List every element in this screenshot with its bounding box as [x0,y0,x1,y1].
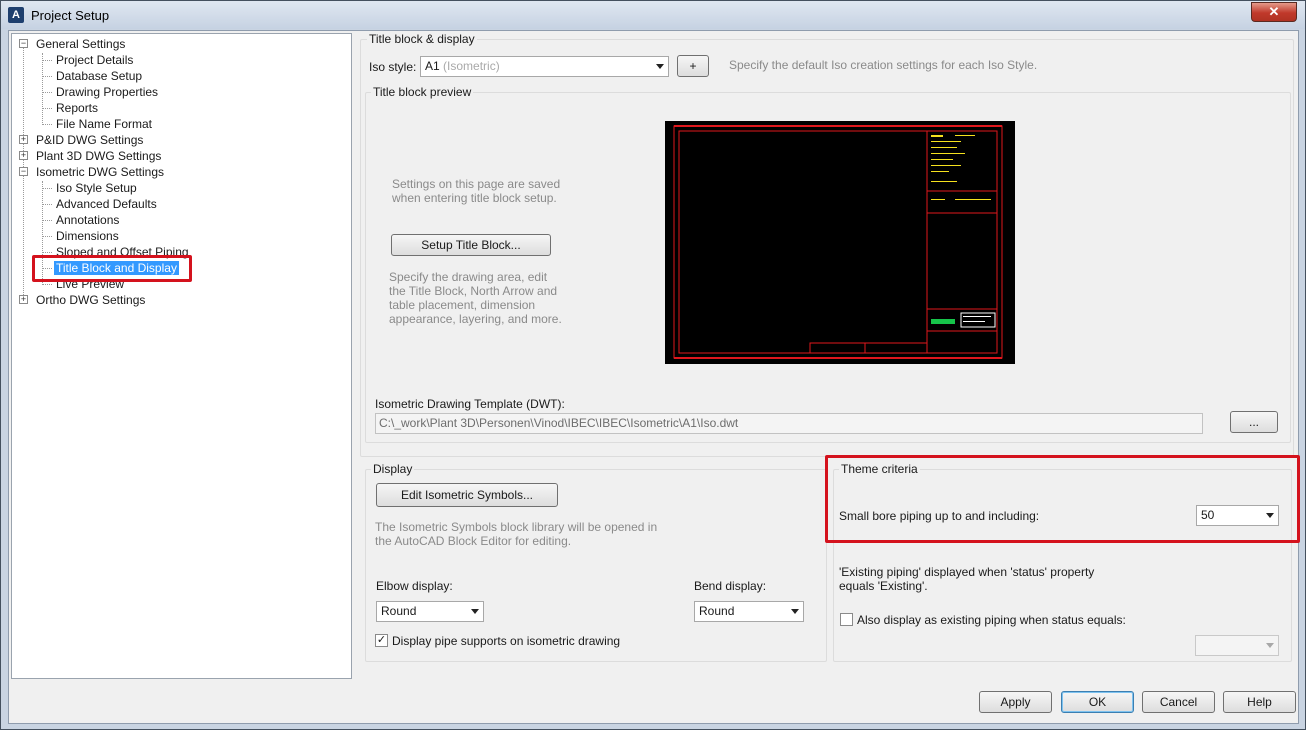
tree-item-label: P&ID DWG Settings [36,133,144,147]
dialog-client-area: − General Settings Project Details Datab… [8,30,1300,724]
existing-status-dropdown[interactable] [1195,635,1279,656]
display-group-label: Display [371,462,415,476]
tree-item-label: Advanced Defaults [56,197,157,211]
expand-icon[interactable]: + [19,151,28,160]
tree-connector [43,124,52,125]
tree-item-label: Iso Style Setup [56,181,137,195]
template-path-field[interactable]: C:\_work\Plant 3D\Personen\Vinod\IBEC\IB… [375,413,1203,434]
tree-item-iso-style-setup[interactable]: Iso Style Setup [54,180,139,196]
elbow-display-dropdown[interactable]: Round [376,601,484,622]
also-display-existing-label: Also display as existing piping when sta… [857,613,1126,627]
tree-item-label: General Settings [36,37,126,51]
chevron-down-icon [1266,643,1274,648]
tree-item-label: Reports [56,101,99,115]
title-block-drawing [673,125,1003,359]
setup-hint: Specify the drawing area, edit the Title… [389,270,562,326]
tree-item-file-name-format[interactable]: File Name Format [54,116,154,132]
tree-item-label: Drawing Properties [56,85,159,99]
display-pipe-supports-label: Display pipe supports on isometric drawi… [392,634,621,648]
add-iso-style-button[interactable]: + [677,55,709,77]
expand-icon[interactable]: + [19,135,28,144]
cancel-button[interactable]: Cancel [1142,691,1215,713]
saved-note: Settings on this page are saved when ent… [392,177,561,205]
tree-connector [43,60,52,61]
display-pipe-supports-checkbox[interactable]: ✓ [375,634,388,647]
project-setup-window: A Project Setup ✕ − General Settings Pro… [0,0,1306,730]
existing-piping-note: 'Existing piping' displayed when 'status… [839,565,1095,593]
tree-item-dimensions[interactable]: Dimensions [54,228,121,244]
autocad-app-icon: A [8,7,24,23]
bend-display-value: Round [699,604,735,618]
elbow-display-value: Round [381,604,417,618]
settings-tree[interactable]: − General Settings Project Details Datab… [11,33,352,679]
edit-isometric-symbols-button[interactable]: Edit Isometric Symbols... [376,483,558,507]
iso-style-dropdown[interactable]: A1 (Isometric) [420,56,669,77]
help-button[interactable]: Help [1223,691,1296,713]
ok-button[interactable]: OK [1061,691,1134,713]
template-label: Isometric Drawing Template (DWT): [375,397,565,411]
collapse-icon[interactable]: − [19,39,28,48]
tree-item-label: Plant 3D DWG Settings [36,149,162,163]
settings-panel: Title block & display Iso style: A1 (Iso… [359,31,1300,681]
tree-item-label: Annotations [56,213,120,227]
browse-template-button[interactable]: ... [1230,411,1278,433]
tree-item-label: Ortho DWG Settings [36,293,146,307]
setup-title-block-button[interactable]: Setup Title Block... [391,234,551,256]
tree-connector [43,92,52,93]
tree-item-label: Database Setup [56,69,143,83]
chevron-down-icon [471,609,479,614]
window-title: Project Setup [31,8,110,23]
title-bar[interactable]: A Project Setup ✕ [1,1,1305,29]
tree-connector [43,220,52,221]
iso-style-hint: Specify the default Iso creation setting… [729,58,1038,72]
elbow-display-label: Elbow display: [376,579,453,593]
iso-style-label: Iso style: [369,60,417,74]
tree-item-label: Isometric DWG Settings [36,165,165,179]
tree-connector [43,76,52,77]
also-display-existing-checkbox[interactable] [840,613,853,626]
title-block-preview-image [665,121,1015,364]
tree-item-advanced-defaults[interactable]: Advanced Defaults [54,196,159,212]
tree-connector [43,188,52,189]
tree-connector [43,108,52,109]
tree-connector [43,284,52,285]
tree-item-label: Project Details [56,53,134,67]
iso-style-value: A1 [425,59,440,73]
tree-connector [43,204,52,205]
tree-connector [43,252,52,253]
annotation-highlight-box [825,455,1300,543]
tree-item-label: File Name Format [56,117,153,131]
close-button[interactable]: ✕ [1251,2,1297,22]
tree-item-reports[interactable]: Reports [54,100,100,116]
bend-display-dropdown[interactable]: Round [694,601,804,622]
tree-item-annotations[interactable]: Annotations [54,212,121,228]
tree-connector [42,53,43,125]
tree-item-project-details[interactable]: Project Details [54,52,135,68]
tree-item-drawing-properties[interactable]: Drawing Properties [54,84,160,100]
apply-button[interactable]: Apply [979,691,1052,713]
iso-style-suffix: (Isometric) [443,59,500,73]
title-block-preview-group-label: Title block preview [371,85,474,99]
tree-item-label: Dimensions [56,229,119,243]
chevron-down-icon [656,64,664,69]
chevron-down-icon [791,609,799,614]
collapse-icon[interactable]: − [19,167,28,176]
tree-item-database-setup[interactable]: Database Setup [54,68,144,84]
title-block-group-label: Title block & display [367,32,477,46]
tree-connector [43,236,52,237]
expand-icon[interactable]: + [19,295,28,304]
symbols-hint: The Isometric Symbols block library will… [375,520,658,548]
annotation-highlight-box [32,255,192,282]
bend-display-label: Bend display: [694,579,767,593]
